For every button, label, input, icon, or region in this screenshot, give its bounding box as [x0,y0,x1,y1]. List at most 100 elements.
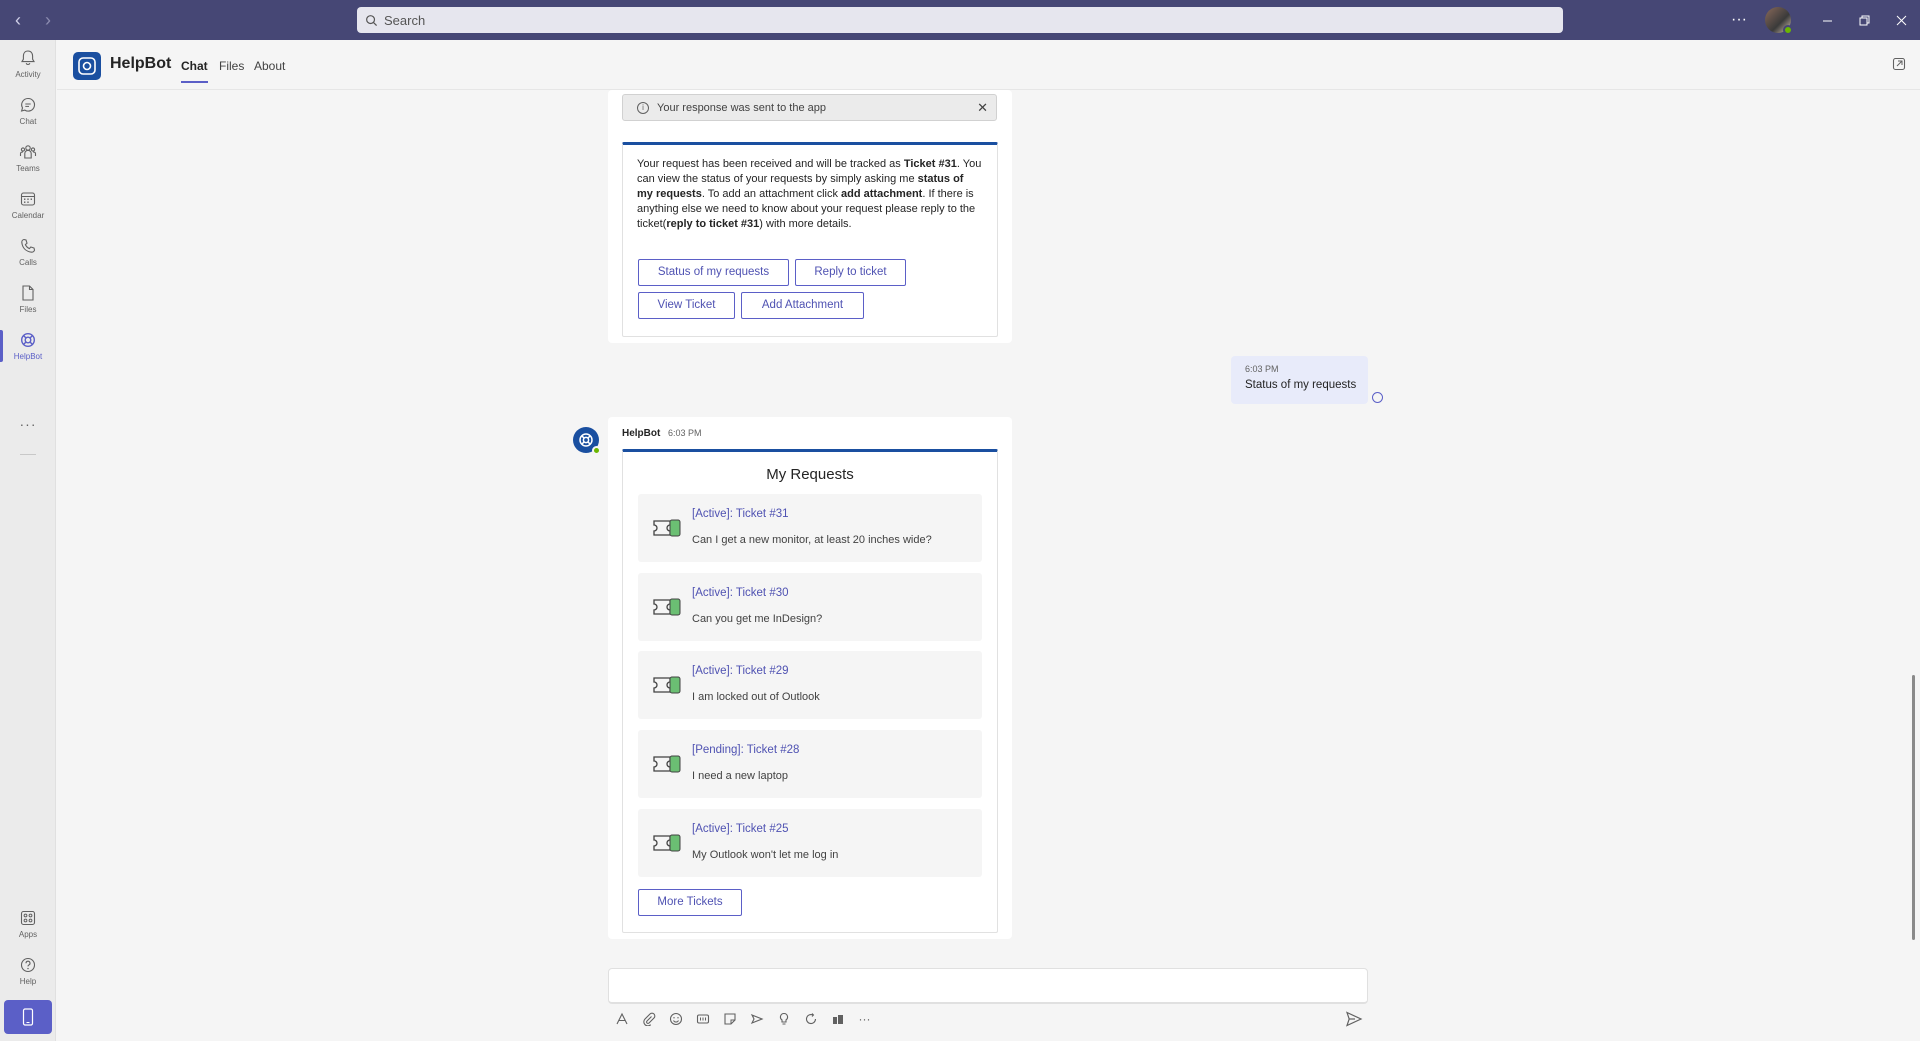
info-icon: i [637,101,649,114]
close-icon [1896,15,1907,25]
rail-item-apps[interactable]: Apps [0,902,56,946]
send-icon[interactable] [1345,1010,1363,1028]
ticket-link[interactable]: [Pending]: Ticket #28 [692,744,799,756]
notice-text: Your response was sent to the app [657,101,826,114]
emoji-icon[interactable] [662,1010,689,1028]
message-timestamp: 6:03 PM [668,428,702,438]
more-apps-icon[interactable]: ··· [0,416,56,432]
response-sent-notice: i Your response was sent to the app ✕ [622,94,997,121]
minimize-button[interactable] [1809,0,1846,40]
message-text: Status of my requests [1245,379,1357,391]
ticket-link[interactable]: [Active]: Ticket #31 [692,508,789,520]
reply-to-ticket-button[interactable]: Reply to ticket [795,259,906,286]
forward-arrow-icon[interactable]: › [38,10,58,30]
popout-icon[interactable] [1892,57,1906,71]
rail-item-calendar[interactable]: Calendar [0,183,56,227]
file-icon [22,285,34,301]
apps-icon [20,910,36,926]
ticket-description: Can I get a new monitor, at least 20 inc… [692,534,932,546]
lifebuoy-icon [20,332,36,348]
rail-item-helpbot[interactable]: HelpBot [0,324,56,368]
more-actions-icon[interactable]: ··· [851,1010,878,1028]
rail-item-calls[interactable]: Calls [0,230,56,274]
loop-icon[interactable] [797,1010,824,1028]
presence-available-icon [592,446,601,455]
message-composer[interactable] [608,968,1368,1004]
ticket-description: My Outlook won't let me log in [692,849,839,861]
card-title: My Requests [766,466,854,483]
user-avatar[interactable] [1765,7,1793,35]
title-bar: ‹ › ··· [0,0,1920,40]
back-arrow-icon[interactable]: ‹ [8,10,28,30]
help-icon [20,957,36,973]
more-tickets-button[interactable]: More Tickets [638,889,742,916]
gif-icon[interactable] [689,1010,716,1028]
ticket-link[interactable]: [Active]: Ticket #29 [692,665,789,677]
tab-files[interactable]: Files [219,59,244,73]
rail-item-files[interactable]: Files [0,277,56,321]
restore-icon [1859,15,1870,25]
ticket-item[interactable]: [Active]: Ticket #30 Can you get me InDe… [638,573,982,641]
app-rail: Activity Chat Teams Calendar Calls Files… [0,40,56,1041]
bell-icon [21,50,35,65]
search-bar[interactable] [357,7,1563,33]
ticket-icon [653,834,681,852]
ticket-link[interactable]: [Active]: Ticket #25 [692,823,789,835]
calendar-icon [20,192,36,206]
ticket-description: I need a new laptop [692,770,789,782]
ticket-item[interactable]: [Active]: Ticket #29 I am locked out of … [638,651,982,719]
rail-label: HelpBot [13,352,43,361]
search-input[interactable] [384,12,1484,28]
rail-item-help[interactable]: Help [0,949,56,993]
phone-icon [21,238,36,253]
presence-available-icon [1783,25,1793,35]
bot-avatar [573,427,601,455]
attach-icon[interactable] [635,1010,662,1028]
mobile-phone-icon [22,1008,34,1026]
meet-now-icon[interactable] [743,1010,770,1028]
tab-about[interactable]: About [254,59,285,73]
app-header: HelpBot Chat Files About [57,40,1920,90]
ticket-icon [653,676,681,694]
history-nav: ‹ › [8,0,58,40]
scrollbar-thumb[interactable] [1912,675,1915,940]
restore-button[interactable] [1846,0,1883,40]
ticket-item[interactable]: [Active]: Ticket #25 My Outlook won't le… [638,809,982,877]
format-icon[interactable] [608,1010,635,1028]
close-notice-icon[interactable]: ✕ [977,100,988,116]
rail-label: Teams [16,164,40,173]
rail-item-teams[interactable]: Teams [0,136,56,180]
sender-name: HelpBot [622,428,661,439]
compose-input[interactable] [609,969,1367,1002]
rail-label: Activity [15,70,41,79]
add-attachment-button[interactable]: Add Attachment [741,292,864,319]
ticket-icon [653,519,681,537]
rail-label: Calls [19,258,37,267]
chat-icon [20,97,36,112]
sticker-icon[interactable] [716,1010,743,1028]
view-ticket-button[interactable]: View Ticket [638,292,735,319]
app-extension-icon[interactable] [824,1010,851,1028]
read-receipt-icon [1372,392,1383,403]
user-message: 6:03 PM Status of my requests [1231,356,1368,404]
ticket-icon [653,598,681,616]
compose-toolbar: ··· [608,1010,878,1028]
status-of-my-requests-button[interactable]: Status of my requests [638,259,789,286]
ticket-link[interactable]: [Active]: Ticket #30 [692,587,789,599]
rail-item-activity[interactable]: Activity [0,42,56,86]
tab-chat[interactable]: Chat [181,59,208,83]
mobile-app-button[interactable] [4,1000,52,1034]
ticket-item[interactable]: [Active]: Ticket #31 Can I get a new mon… [638,494,982,562]
search-icon [366,14,378,26]
close-window-button[interactable] [1883,0,1920,40]
praise-icon[interactable] [770,1010,797,1028]
message-timestamp: 6:03 PM [1245,364,1279,374]
rail-label: Apps [18,930,38,939]
rail-item-chat[interactable]: Chat [0,89,56,133]
helpbot-logo-icon [73,52,101,80]
more-options-icon[interactable]: ··· [1719,11,1759,29]
ticket-confirmation-text: Your request has been received and will … [637,158,982,230]
title-bar-right: ··· [1719,0,1920,40]
ticket-item[interactable]: [Pending]: Ticket #28 I need a new lapto… [638,730,982,798]
teams-icon [19,145,37,159]
